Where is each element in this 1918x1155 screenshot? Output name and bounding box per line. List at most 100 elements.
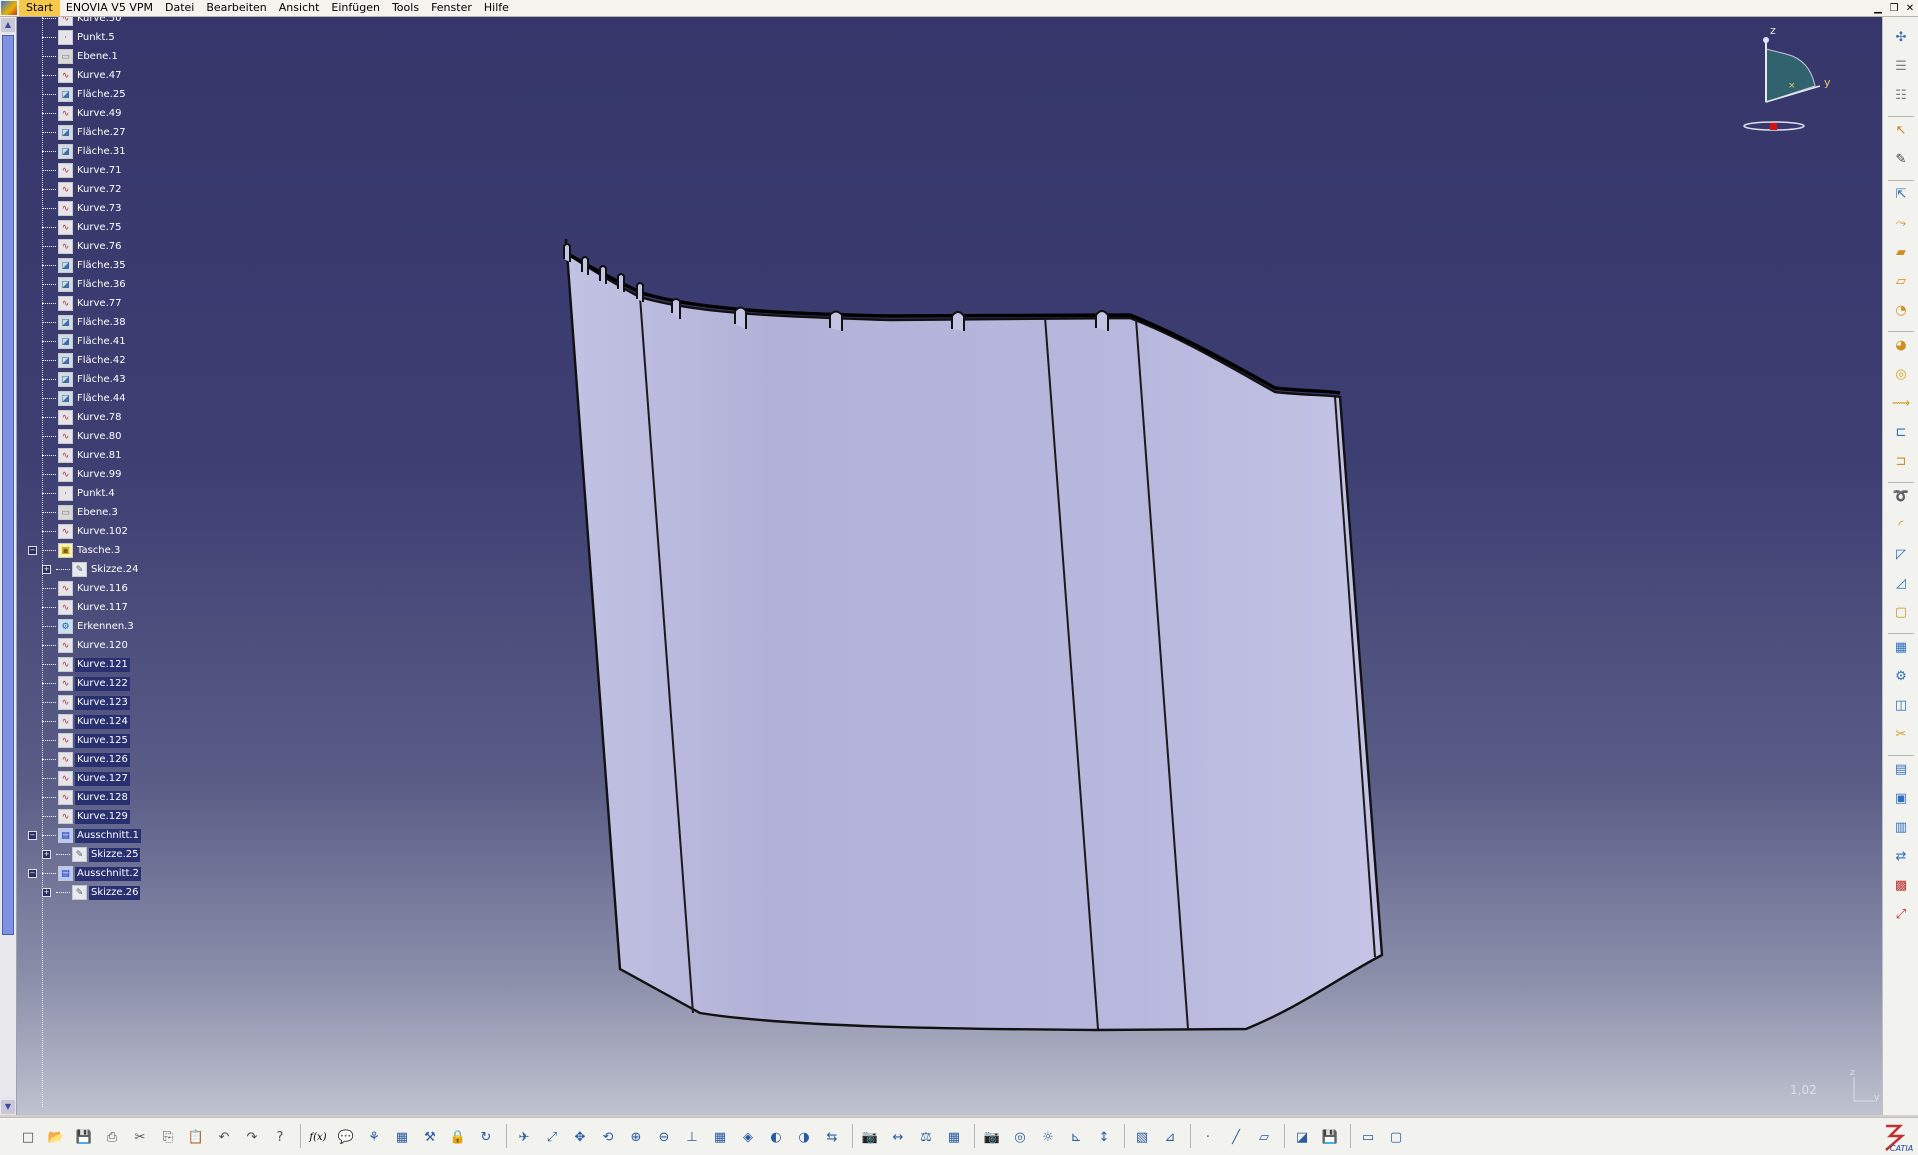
tree-node-kurve-47[interactable]: ∿ Kurve.47 <box>42 66 123 85</box>
paste-icon[interactable]: 📋 <box>186 1127 206 1147</box>
tree-node-kurve-127[interactable]: ∿ Kurve.127 <box>42 769 130 788</box>
tree-node-fl-che-36[interactable]: ◪ Fläche.36 <box>42 275 128 294</box>
tree-node-punkt-5[interactable]: · Punkt.5 <box>42 28 117 47</box>
tree-node-kurve-117[interactable]: ∿ Kurve.117 <box>42 598 130 617</box>
sketcher-icon[interactable]: ✎ <box>1891 149 1911 169</box>
tree-2-icon[interactable]: ☷ <box>1891 85 1911 105</box>
spring-icon[interactable]: ➰ <box>1891 486 1911 506</box>
shading-icon[interactable]: ◐ <box>766 1127 786 1147</box>
tree-node-fl-che-44[interactable]: ◪ Fläche.44 <box>42 389 128 408</box>
compass-handle[interactable] <box>1770 123 1777 130</box>
cut-icon[interactable]: ✂ <box>130 1127 150 1147</box>
tile-icon[interactable]: ▭ <box>1358 1127 1378 1147</box>
lock-icon[interactable]: 🔒 <box>448 1127 468 1147</box>
hide-show-icon[interactable]: ◑ <box>794 1127 814 1147</box>
tree-node-kurve-120[interactable]: ∿ Kurve.120 <box>42 636 130 655</box>
analysis-icon[interactable]: ⊿ <box>1160 1127 1180 1147</box>
tree-node-ebene-3[interactable]: ▭ Ebene.3 <box>42 503 120 522</box>
tree-node-kurve-99[interactable]: ∿ Kurve.99 <box>42 465 123 484</box>
tree-node-fl-che-42[interactable]: ◪ Fläche.42 <box>42 351 128 370</box>
fit-all-icon[interactable]: ⤢ <box>542 1127 562 1147</box>
sew-surface-icon[interactable]: ▥ <box>1891 817 1911 837</box>
fly-mode-icon[interactable]: ✈ <box>514 1127 534 1147</box>
zoom-out-icon[interactable]: ⊖ <box>654 1127 674 1147</box>
collapse-icon[interactable]: − <box>28 869 37 878</box>
undo-icon[interactable]: ↶ <box>214 1127 234 1147</box>
tree-node-fl-che-43[interactable]: ◪ Fläche.43 <box>42 370 128 389</box>
tree-node-skizze-25[interactable]: ✎ Skizze.25 <box>56 845 141 864</box>
select-arrow-icon[interactable]: ↖ <box>1891 120 1911 140</box>
save-icon[interactable]: 💾 <box>74 1127 94 1147</box>
translate-icon[interactable]: ⇄ <box>1891 846 1911 866</box>
tree-icon[interactable]: ☰ <box>1891 56 1911 76</box>
menu-ansicht[interactable]: Ansicht <box>273 0 326 16</box>
tree-node-tasche-3[interactable]: ▣ Tasche.3 <box>42 541 122 560</box>
fillet-icon[interactable]: ◜ <box>1891 515 1911 535</box>
menu-enovia[interactable]: ENOVIA V5 VPM <box>60 0 159 16</box>
tree-node-kurve-72[interactable]: ∿ Kurve.72 <box>42 180 123 199</box>
tree-node-kurve-122[interactable]: ∿ Kurve.122 <box>42 674 130 693</box>
spiral-icon[interactable]: ☼ <box>1038 1127 1058 1147</box>
tree-scrollbar[interactable]: ▲ ▼ <box>0 17 17 1115</box>
capture-icon[interactable]: 📷 <box>860 1127 880 1147</box>
close-surface-icon[interactable]: ▣ <box>1891 788 1911 808</box>
pattern-icon[interactable]: ▩ <box>1891 875 1911 895</box>
draft-icon[interactable]: ◿ <box>1891 573 1911 593</box>
restore-icon[interactable]: ❐ <box>1888 3 1900 14</box>
menu-hilfe[interactable]: Hilfe <box>478 0 515 16</box>
copy-icon[interactable]: ⎘ <box>158 1127 178 1147</box>
tree-node-ausschnitt-1[interactable]: ▤ Ausschnitt.1 <box>42 826 141 845</box>
law-icon[interactable]: ◎ <box>1010 1127 1030 1147</box>
iso-view-icon[interactable]: ◈ <box>738 1127 758 1147</box>
knowledge-icon[interactable]: ⚘ <box>364 1127 384 1147</box>
pad-icon[interactable]: ▰ <box>1891 242 1911 262</box>
menu-tools[interactable]: Tools <box>386 0 425 16</box>
thread-icon[interactable]: ⚙ <box>1891 666 1911 686</box>
grid-icon[interactable]: ▦ <box>944 1127 964 1147</box>
expand-icon[interactable]: + <box>42 850 51 859</box>
formula-icon[interactable]: f(x) <box>308 1127 328 1147</box>
rib-icon[interactable]: ⟿ <box>1891 393 1911 413</box>
boundary-icon[interactable]: ▧ <box>1132 1127 1152 1147</box>
tree-node-fl-che-27[interactable]: ◪ Fläche.27 <box>42 123 128 142</box>
tree-node-kurve-77[interactable]: ∿ Kurve.77 <box>42 294 123 313</box>
catalog-icon[interactable]: ⚒ <box>420 1127 440 1147</box>
compass[interactable]: z y × <box>1740 20 1835 140</box>
tree-node-kurve-129[interactable]: ∿ Kurve.129 <box>42 807 130 826</box>
measure-icon[interactable]: ↔ <box>888 1127 908 1147</box>
tree-node-kurve-78[interactable]: ∿ Kurve.78 <box>42 408 123 427</box>
menu-bearbeiten[interactable]: Bearbeiten <box>200 0 272 16</box>
swap-space-icon[interactable]: ⇆ <box>822 1127 842 1147</box>
tree-node-kurve-80[interactable]: ∿ Kurve.80 <box>42 427 123 446</box>
app-icon[interactable] <box>1 1 17 15</box>
tree-node-kurve-126[interactable]: ∿ Kurve.126 <box>42 750 130 769</box>
scroll-up-icon[interactable]: ▲ <box>1 18 15 32</box>
menu-datei[interactable]: Datei <box>159 0 200 16</box>
menu-fenster[interactable]: Fenster <box>425 0 478 16</box>
extract-icon[interactable]: ⇱ <box>1891 184 1911 204</box>
line-icon[interactable]: ╱ <box>1226 1127 1246 1147</box>
groove-icon[interactable]: ◕ <box>1891 335 1911 355</box>
close-icon[interactable]: ✕ <box>1904 3 1916 14</box>
shell-icon[interactable]: ▢ <box>1891 602 1911 622</box>
whats-this-icon[interactable]: ? <box>270 1127 290 1147</box>
catalog-browser-icon[interactable]: ◪ <box>1292 1127 1312 1147</box>
menu-einfuegen[interactable]: Einfügen <box>325 0 386 16</box>
inertia-icon[interactable]: ⚖ <box>916 1127 936 1147</box>
expand-icon[interactable]: + <box>42 888 51 897</box>
tree-node-punkt-4[interactable]: · Punkt.4 <box>42 484 117 503</box>
normal-view-icon[interactable]: ⊥ <box>682 1127 702 1147</box>
sweep-icon[interactable]: ⤳ <box>1891 213 1911 233</box>
tree-node-ebene-1[interactable]: ▭ Ebene.1 <box>42 47 120 66</box>
window-icon[interactable]: ▢ <box>1386 1127 1406 1147</box>
shaft-icon[interactable]: ◔ <box>1891 300 1911 320</box>
tree-node-kurve-50[interactable]: ∿ Kurve.50 <box>42 17 123 28</box>
remove-face-icon[interactable]: ◫ <box>1891 695 1911 715</box>
tree-node-kurve-121[interactable]: ∿ Kurve.121 <box>42 655 130 674</box>
rotate-icon[interactable]: ⟲ <box>598 1127 618 1147</box>
tree-node-skizze-24[interactable]: ✎ Skizze.24 <box>56 560 140 579</box>
open-icon[interactable]: 📂 <box>46 1127 66 1147</box>
tree-node-kurve-128[interactable]: ∿ Kurve.128 <box>42 788 130 807</box>
tree-node-kurve-102[interactable]: ∿ Kurve.102 <box>42 522 130 541</box>
tree-node-kurve-49[interactable]: ∿ Kurve.49 <box>42 104 123 123</box>
